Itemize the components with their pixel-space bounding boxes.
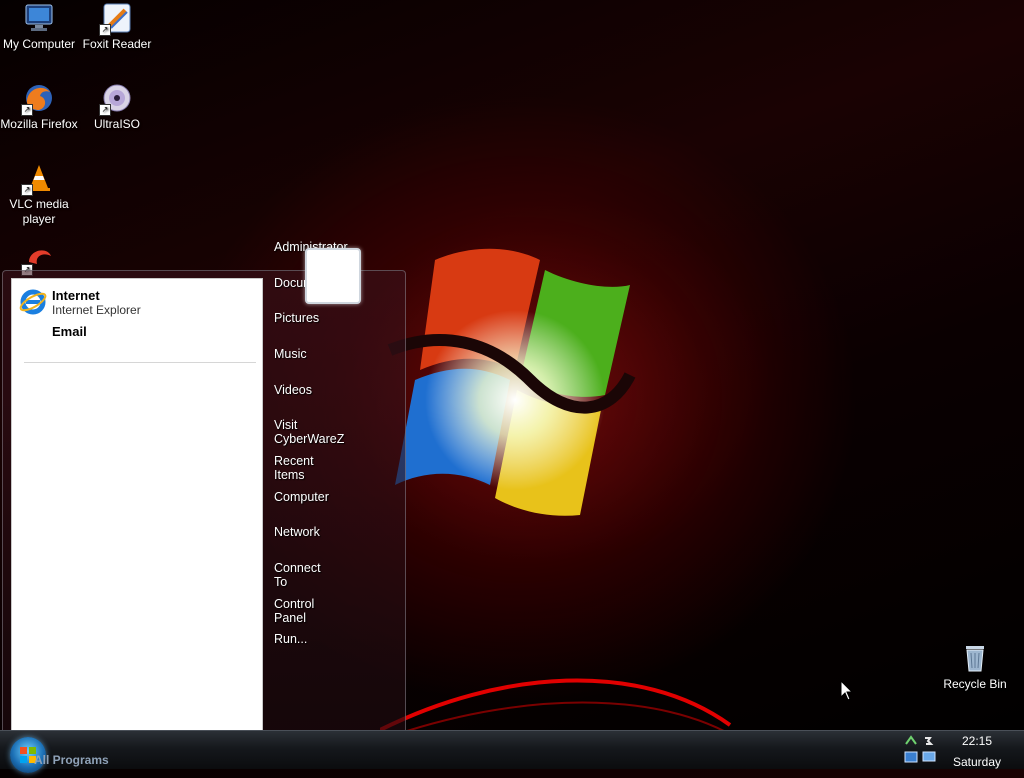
start-menu: Internet Internet Explorer Email: [2, 270, 406, 743]
firefox-icon: ↗: [21, 82, 55, 116]
recycle-bin-icon: [959, 642, 991, 674]
pinned-item-email[interactable]: Email: [18, 323, 253, 355]
link-visit-cyberwarez[interactable]: Visit CyberWareZ: [274, 418, 344, 446]
taskbar: [0, 730, 1024, 769]
desktop-icon-my-computer[interactable]: My Computer: [0, 2, 78, 52]
pdf-reader-icon: ↗: [99, 2, 133, 36]
user-picture[interactable]: [305, 248, 361, 304]
desktop-icon-recycle-bin[interactable]: Recycle Bin: [936, 642, 1014, 692]
link-connect-to[interactable]: Connect To: [274, 561, 321, 589]
pinned-item-internet[interactable]: Internet Internet Explorer: [18, 287, 253, 319]
mouse-cursor-icon: [840, 680, 854, 701]
volume-icon[interactable]: [922, 734, 936, 748]
link-recent-items[interactable]: Recent Items: [274, 454, 314, 482]
link-run[interactable]: Run...: [274, 632, 307, 646]
desktop-icon-ultraiso[interactable]: ↗ UltraISO: [78, 82, 156, 132]
disc-icon: ↗: [99, 82, 133, 116]
start-menu-pinned-pane: Internet Internet Explorer Email: [11, 278, 263, 743]
desktop-icon-vlc[interactable]: ↗ VLC media player: [0, 162, 78, 227]
all-programs-button[interactable]: All Programs: [34, 753, 109, 767]
desktop-icon-firefox[interactable]: ↗ Mozilla Firefox: [0, 82, 78, 132]
computer-icon: [23, 2, 55, 34]
link-pictures[interactable]: Pictures: [274, 311, 319, 325]
link-network[interactable]: Network: [274, 525, 320, 539]
desktop-icon-foxit-reader[interactable]: ↗ Foxit Reader: [78, 2, 156, 52]
windows-logo-wallpaper: [387, 248, 636, 516]
clock-day: Saturday: [952, 755, 1002, 769]
taskbar-clock[interactable]: 22:15 Saturday: [948, 731, 1006, 773]
link-music[interactable]: Music: [274, 347, 307, 361]
link-control-panel[interactable]: Control Panel: [274, 597, 314, 625]
pinned-divider: [24, 362, 256, 363]
link-computer[interactable]: Computer: [274, 490, 329, 504]
monitor-icon[interactable]: [922, 750, 936, 764]
vlc-cone-icon: ↗: [21, 162, 55, 196]
system-tray: [900, 732, 940, 766]
internet-explorer-icon: [19, 289, 47, 315]
keyboard-icon[interactable]: [904, 750, 918, 764]
link-videos[interactable]: Videos: [274, 383, 312, 397]
network-icon[interactable]: [904, 734, 918, 748]
clock-time: 22:15: [961, 734, 993, 748]
